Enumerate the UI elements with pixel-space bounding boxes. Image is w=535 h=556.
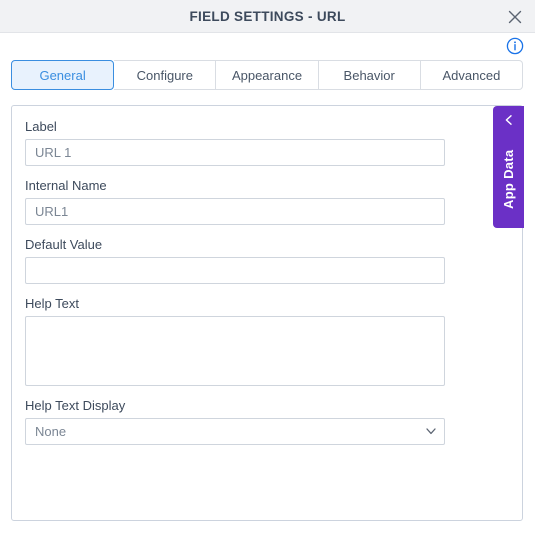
tab-advanced[interactable]: Advanced: [420, 60, 524, 90]
chevron-left-icon: [505, 115, 512, 125]
internal-name-input[interactable]: [25, 198, 445, 225]
info-button[interactable]: [506, 37, 524, 55]
settings-panel: Label Internal Name Default Value Help T…: [11, 105, 523, 521]
info-row: [0, 33, 535, 59]
help-text-field-label: Help Text: [25, 296, 79, 311]
help-text-display-field-label: Help Text Display: [25, 398, 126, 413]
app-data-chevron-wrap: [493, 114, 524, 126]
default-value-field-label: Default Value: [25, 237, 103, 252]
internal-name-field-label: Internal Name: [25, 178, 107, 193]
help-text-field-group: Help Text: [25, 296, 522, 386]
tab-behavior[interactable]: Behavior: [318, 60, 421, 90]
label-field-group: Label: [25, 119, 522, 166]
help-text-display-select[interactable]: None: [25, 418, 445, 445]
app-data-label: App Data: [501, 149, 516, 209]
help-text-display-select-wrap: None: [25, 418, 445, 445]
tab-general-label: General: [39, 67, 86, 83]
tab-appearance-label: Appearance: [231, 67, 303, 83]
tab-configure[interactable]: Configure: [114, 60, 217, 90]
label-field-label: Label: [25, 119, 57, 134]
close-button[interactable]: [503, 5, 527, 29]
info-icon: [506, 37, 524, 55]
label-input[interactable]: [25, 139, 445, 166]
default-value-input[interactable]: [25, 257, 445, 284]
page-title: FIELD SETTINGS - URL: [189, 9, 346, 24]
title-bar: FIELD SETTINGS - URL: [0, 0, 535, 33]
app-data-panel-toggle[interactable]: App Data: [493, 106, 524, 228]
tab-advanced-label: Advanced: [442, 67, 501, 83]
tab-behavior-label: Behavior: [343, 67, 395, 83]
tab-bar: General Configure Appearance Behavior Ad…: [11, 60, 524, 90]
default-value-field-group: Default Value: [25, 237, 522, 284]
help-text-display-field-group: Help Text Display None: [25, 398, 522, 445]
help-text-input[interactable]: [25, 316, 445, 386]
internal-name-field-group: Internal Name: [25, 178, 522, 225]
tab-general[interactable]: General: [11, 60, 115, 90]
tab-appearance[interactable]: Appearance: [216, 60, 319, 90]
tab-configure-label: Configure: [136, 67, 193, 83]
general-settings-form: Label Internal Name Default Value Help T…: [12, 106, 522, 445]
close-icon: [508, 10, 522, 24]
